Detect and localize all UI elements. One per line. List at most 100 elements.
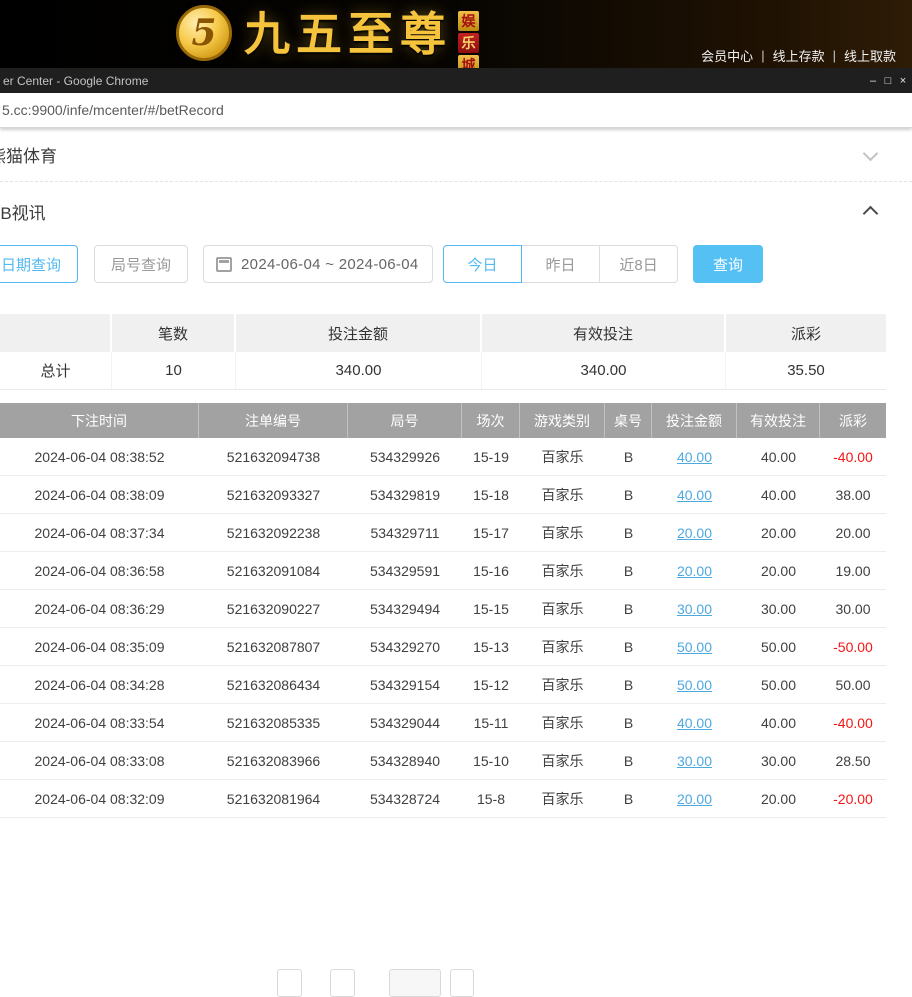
cell-bet-time: 2024-06-04 08:33:54 bbox=[34, 714, 165, 731]
cell-valid-bet: 30.00 bbox=[760, 600, 797, 617]
search-button[interactable]: 查询 bbox=[693, 245, 764, 283]
cell-round-id: 534328724 bbox=[369, 790, 441, 807]
cell-bet-time: 2024-06-04 08:36:58 bbox=[34, 562, 165, 579]
bet-amount-link[interactable]: 20.00 bbox=[652, 514, 737, 551]
quick-filter-today[interactable]: 今日 bbox=[443, 245, 523, 283]
summary-header-payout: 派彩 bbox=[726, 314, 886, 352]
gold-coin-icon: 5 bbox=[176, 5, 232, 61]
cell-payout: -20.00 bbox=[833, 790, 873, 807]
minimize-button[interactable]: – bbox=[866, 72, 880, 90]
summary-header-valid: 有效投注 bbox=[482, 314, 726, 352]
cell-bet-time: 2024-06-04 08:38:09 bbox=[34, 486, 165, 503]
summary-count-value: 10 bbox=[112, 352, 236, 390]
cell-table-no: B bbox=[623, 600, 634, 617]
summary-header-count: 笔数 bbox=[112, 314, 236, 352]
cell-table-no: B bbox=[623, 676, 634, 693]
bet-amount-link[interactable]: 20.00 bbox=[652, 552, 737, 589]
bet-record-page: 熊猫体育 BB视讯 日期查询 局号查询 2024-06-04 ~ 2024-06… bbox=[0, 128, 912, 997]
section-panda-sports[interactable]: 熊猫体育 bbox=[0, 128, 912, 182]
cell-game-type: 百家乐 bbox=[541, 600, 584, 617]
pagination-button[interactable] bbox=[330, 969, 355, 997]
cell-round-id: 534329154 bbox=[369, 676, 441, 693]
date-range-value: 2024-06-04 ~ 2024-06-04 bbox=[241, 255, 419, 273]
cell-session: 15-18 bbox=[473, 486, 509, 503]
cell-payout: -50.00 bbox=[833, 638, 873, 655]
pagination bbox=[0, 969, 912, 997]
cell-payout: -40.00 bbox=[833, 714, 873, 731]
nav-item-member-center[interactable]: 会员中心 bbox=[693, 46, 761, 65]
cell-game-type: 百家乐 bbox=[541, 790, 584, 807]
cell-game-type: 百家乐 bbox=[541, 524, 584, 541]
chevron-up-icon bbox=[862, 205, 879, 222]
table-row: 2024-06-04 08:32:09 521632081964 5343287… bbox=[0, 780, 886, 818]
cell-valid-bet: 40.00 bbox=[760, 448, 797, 465]
cell-payout: 20.00 bbox=[835, 524, 871, 541]
table-row: 2024-06-04 08:38:09 521632093327 5343298… bbox=[0, 476, 886, 514]
chevron-down-icon bbox=[862, 145, 879, 162]
pagination-button[interactable] bbox=[450, 969, 474, 997]
cell-table-no: B bbox=[623, 714, 634, 731]
quick-filter-yesterday[interactable]: 昨日 bbox=[521, 245, 601, 283]
section-bb-video[interactable]: BB视讯 bbox=[0, 182, 912, 240]
cell-session: 15-13 bbox=[473, 638, 509, 655]
maximize-button[interactable]: □ bbox=[881, 72, 895, 90]
cell-valid-bet: 50.00 bbox=[760, 638, 797, 655]
cell-valid-bet: 20.00 bbox=[760, 562, 797, 579]
nav-item-withdraw[interactable]: 线上取款 bbox=[836, 46, 904, 65]
bet-amount-link[interactable]: 40.00 bbox=[652, 476, 737, 513]
cell-table-no: B bbox=[623, 790, 634, 807]
bet-amount-link[interactable]: 30.00 bbox=[652, 742, 737, 779]
cell-game-type: 百家乐 bbox=[541, 676, 584, 693]
cell-bet-id: 521632090227 bbox=[226, 600, 321, 617]
bet-amount-link[interactable]: 30.00 bbox=[652, 590, 737, 627]
cell-round-id: 534329270 bbox=[369, 638, 441, 655]
cell-session: 15-15 bbox=[473, 600, 509, 617]
cell-table-no: B bbox=[623, 448, 634, 465]
quick-filter-last8days[interactable]: 近8日 bbox=[599, 245, 679, 283]
site-banner: 5 九五至尊 娱 乐 城 会员中心 | 线上存款 | 线上取款 bbox=[0, 0, 912, 68]
filter-bar: 日期查询 局号查询 2024-06-04 ~ 2024-06-04 今日 昨日 … bbox=[0, 240, 912, 288]
table-row: 2024-06-04 08:33:08 521632083966 5343289… bbox=[0, 742, 886, 780]
pagination-button[interactable] bbox=[389, 969, 441, 997]
bet-amount-link[interactable]: 50.00 bbox=[652, 628, 737, 665]
badge-char: 城 bbox=[458, 55, 479, 68]
cell-session: 15-19 bbox=[473, 448, 509, 465]
cell-bet-id: 521632093327 bbox=[226, 486, 321, 503]
date-query-tab[interactable]: 日期查询 bbox=[0, 245, 79, 283]
window-title: er Center - Google Chrome bbox=[3, 73, 149, 88]
header-valid-bet: 有效投注 bbox=[737, 403, 820, 438]
pagination-button[interactable] bbox=[277, 969, 302, 997]
section-label: BB视讯 bbox=[0, 203, 46, 223]
cell-bet-id: 521632086434 bbox=[226, 676, 321, 693]
cell-game-type: 百家乐 bbox=[541, 486, 584, 503]
close-button[interactable]: × bbox=[896, 72, 910, 90]
cell-payout: 30.00 bbox=[835, 600, 871, 617]
cell-valid-bet: 20.00 bbox=[760, 524, 797, 541]
cell-game-type: 百家乐 bbox=[541, 562, 584, 579]
section-label: 熊猫体育 bbox=[0, 147, 57, 166]
cell-round-id: 534329711 bbox=[370, 524, 440, 541]
table-row: 2024-06-04 08:37:34 521632092238 5343297… bbox=[0, 514, 886, 552]
bet-amount-link[interactable]: 40.00 bbox=[652, 438, 737, 475]
bet-amount-link[interactable]: 50.00 bbox=[652, 666, 737, 703]
cell-session: 15-8 bbox=[476, 790, 506, 807]
quick-range-group: 今日 昨日 近8日 bbox=[443, 245, 679, 283]
cell-round-id: 534329591 bbox=[369, 562, 441, 579]
cell-session: 15-16 bbox=[473, 562, 509, 579]
cell-game-type: 百家乐 bbox=[541, 752, 584, 769]
round-query-tab[interactable]: 局号查询 bbox=[94, 245, 189, 283]
summary-table: 笔数 投注金额 有效投注 派彩 总计 10 340.00 340.00 35.5… bbox=[0, 314, 886, 390]
summary-valid-value: 340.00 bbox=[482, 352, 726, 390]
bet-amount-link[interactable]: 20.00 bbox=[652, 780, 737, 817]
nav-item-deposit[interactable]: 线上存款 bbox=[765, 46, 833, 65]
table-row: 2024-06-04 08:36:58 521632091084 5343295… bbox=[0, 552, 886, 590]
cell-bet-id: 521632092238 bbox=[226, 524, 321, 541]
header-bet-time: 下注时间 bbox=[0, 403, 199, 438]
date-range-input[interactable]: 2024-06-04 ~ 2024-06-04 bbox=[203, 245, 434, 283]
bet-amount-link[interactable]: 40.00 bbox=[652, 704, 737, 741]
cell-payout: 50.00 bbox=[835, 676, 871, 693]
url-bar[interactable]: 5.cc:9900/infe/mcenter/#/betRecord bbox=[0, 93, 912, 128]
top-nav: 会员中心 | 线上存款 | 线上取款 bbox=[693, 46, 904, 65]
summary-amount-value: 340.00 bbox=[236, 352, 482, 390]
calendar-icon bbox=[216, 256, 233, 272]
